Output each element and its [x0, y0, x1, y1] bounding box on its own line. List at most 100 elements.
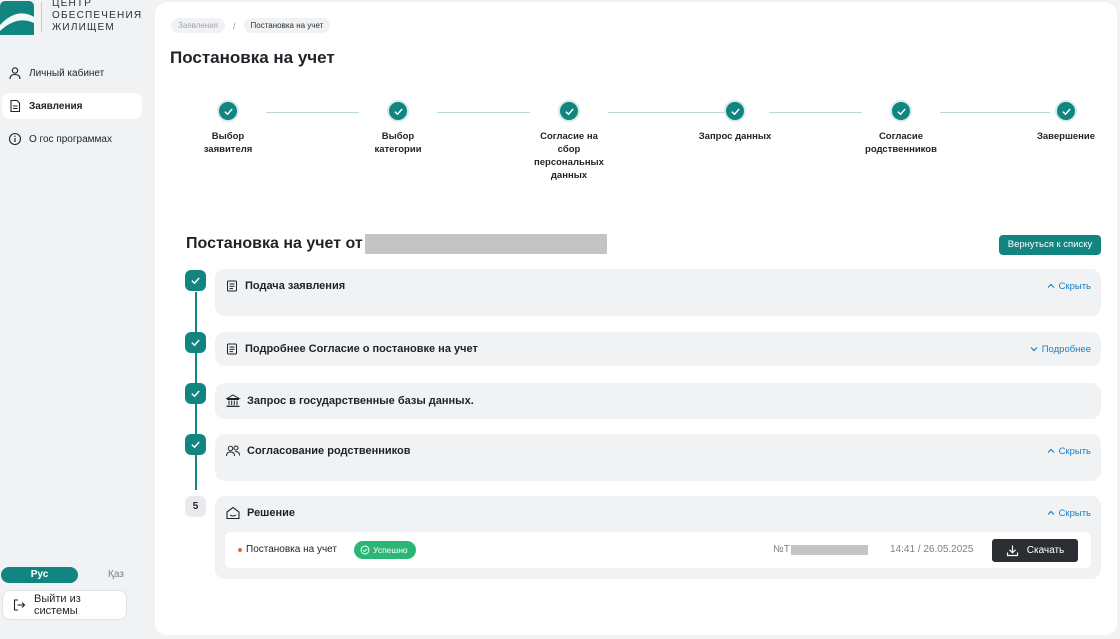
timeline-check-marker — [185, 383, 206, 404]
application-title: Постановка на учет от — [186, 234, 607, 254]
expand-toggle-label: Подробнее — [1041, 343, 1091, 355]
collapse-toggle-label: Скрыть — [1058, 445, 1091, 457]
decision-document-row: Постановка на учет Успешно №Т 14:41 / 26… — [225, 532, 1091, 568]
check-icon — [724, 100, 746, 122]
info-icon — [8, 132, 22, 146]
sidebar-item-label: О гос программах — [29, 133, 112, 145]
sidebar-item-applications[interactable]: Заявления — [2, 93, 142, 119]
user-icon — [8, 66, 22, 80]
home-icon — [225, 505, 241, 521]
status-badge: Успешно — [354, 541, 416, 559]
government-building-icon — [225, 393, 241, 409]
logout-button[interactable]: Выйти из системы — [2, 590, 127, 620]
step-category: Выбор категории — [353, 100, 443, 156]
logo-line: ЖИЛИЩЕМ — [52, 22, 115, 33]
step-relatives-consent: Согласие родственников — [856, 100, 946, 156]
sidebar-item-label: Заявления — [29, 100, 83, 112]
timeline-connector — [195, 454, 197, 490]
expand-toggle[interactable]: Подробнее — [1029, 332, 1091, 366]
logo-divider — [41, 2, 42, 32]
step-completion: Завершение — [1021, 100, 1111, 143]
collapse-toggle[interactable]: Скрыть — [1046, 434, 1091, 468]
collapse-toggle-label: Скрыть — [1058, 507, 1091, 519]
document-icon — [225, 342, 239, 356]
check-icon — [387, 100, 409, 122]
timeline-check-marker — [185, 270, 206, 291]
logout-label: Выйти из системы — [34, 593, 81, 617]
lang-ru-button[interactable]: Рус — [1, 567, 78, 583]
check-icon — [191, 339, 200, 347]
bullet-dot-icon — [238, 548, 242, 552]
progress-stepper: Выбор заявителя Выбор категории Согласие… — [155, 100, 1117, 200]
section-card-submission: Подача заявления Скрыть — [215, 269, 1101, 316]
sidebar-nav: Личный кабинет Заявления О гос программа… — [0, 60, 152, 159]
section-title: Запрос в государственные базы данных. — [247, 395, 474, 407]
logo-line: ЦЕНТР — [52, 0, 93, 9]
timeline-connector — [195, 352, 197, 384]
section-header: Подача заявления — [225, 269, 345, 303]
download-button[interactable]: Скачать — [992, 539, 1078, 562]
check-icon — [191, 277, 200, 285]
section-title: Подача заявления — [245, 280, 346, 292]
logo[interactable]: ЦЕНТР ОБЕСПЕЧЕНИЯ ЖИЛИЩЕМ — [0, 0, 152, 40]
lang-kz-button[interactable]: Қаз — [108, 567, 124, 583]
breadcrumb-item-applications[interactable]: Заявления — [171, 18, 226, 33]
check-icon — [217, 100, 239, 122]
section-header: Решение — [225, 496, 295, 530]
section-card-gov-request: Запрос в государственные базы данных. — [215, 383, 1101, 419]
chevron-up-icon — [1046, 508, 1056, 518]
step-label: Выбор заявителя — [203, 131, 253, 155]
section-card-relatives: Согласование родственников Скрыть — [215, 434, 1101, 481]
timeline-check-marker — [185, 332, 206, 353]
step-label: Согласие на сбор персональных данных — [534, 131, 604, 181]
people-icon — [225, 444, 241, 458]
chevron-up-icon — [1046, 281, 1056, 291]
timeline-connector — [195, 403, 197, 435]
section-card-decision: Решение Скрыть Постановка на учет Успешн… — [215, 496, 1101, 579]
chevron-down-icon — [1029, 344, 1039, 354]
step-label: Запрос данных — [698, 131, 772, 142]
breadcrumb-item-current: Постановка на учет — [243, 18, 331, 33]
redacted-name — [364, 234, 607, 254]
download-icon — [1006, 544, 1019, 557]
logo-line: ОБЕСПЕЧЕНИЯ — [52, 10, 143, 21]
step-data-request: Запрос данных — [690, 100, 780, 143]
page-title: Постановка на учет — [170, 48, 335, 67]
timeline-step-number: 5 — [185, 496, 206, 517]
section-header: Согласование родственников — [225, 434, 411, 468]
application-title-text: Постановка на учет от — [186, 235, 363, 252]
document-number-prefix: №Т — [773, 544, 790, 555]
collapse-toggle[interactable]: Скрыть — [1046, 496, 1091, 530]
step-connector — [437, 112, 530, 113]
document-name: Постановка на учет — [246, 544, 337, 555]
step-label: Согласие родственников — [865, 131, 937, 155]
document-datetime: 14:41 / 26.05.2025 — [890, 544, 974, 555]
step-personal-data-consent: Согласие на сбор персональных данных — [524, 100, 614, 182]
check-icon — [890, 100, 912, 122]
collapse-toggle[interactable]: Скрыть — [1046, 269, 1091, 303]
language-switcher: Рус Қаз — [1, 567, 151, 583]
download-button-label: Скачать — [1026, 545, 1065, 556]
sidebar-item-gov-programs[interactable]: О гос программах — [2, 126, 142, 152]
document-number: №Т — [773, 544, 868, 555]
step-label: Завершение — [1036, 131, 1096, 142]
step-connector — [769, 112, 862, 113]
step-label: Выбор категории — [374, 131, 422, 155]
sidebar-item-label: Личный кабинет — [29, 67, 105, 79]
back-to-list-button[interactable]: Вернуться к списку — [999, 235, 1101, 255]
sidebar: ЦЕНТР ОБЕСПЕЧЕНИЯ ЖИЛИЩЕМ Личный кабинет… — [0, 0, 152, 639]
collapse-toggle-label: Скрыть — [1058, 280, 1091, 292]
chevron-up-icon — [1046, 446, 1056, 456]
section-title: Подробнее Согласие о постановке на учет — [245, 343, 478, 355]
status-badge-label: Успешно — [373, 545, 408, 555]
section-title: Решение — [247, 507, 295, 519]
step-connector — [266, 112, 359, 113]
main-panel: Заявления / Постановка на учет Постановк… — [155, 2, 1117, 635]
section-card-consent: Подробнее Согласие о постановке на учет … — [215, 332, 1101, 366]
document-icon — [225, 279, 239, 293]
check-circle-icon — [360, 545, 370, 555]
sidebar-item-personal-cabinet[interactable]: Личный кабинет — [2, 60, 142, 86]
redacted-number — [790, 544, 868, 555]
section-header: Запрос в государственные базы данных. — [225, 383, 474, 419]
breadcrumb: Заявления / Постановка на учет — [171, 18, 331, 33]
